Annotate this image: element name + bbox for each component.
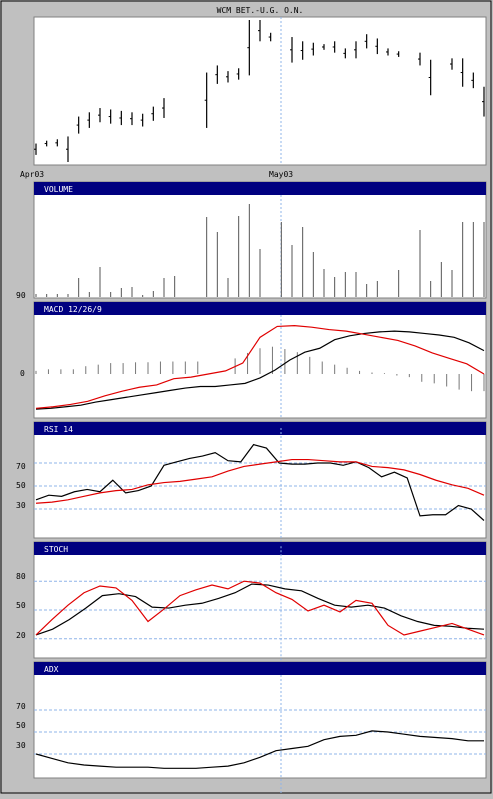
rsi-title: RSI 14 [44,425,73,434]
adx-header [34,662,486,675]
macd-panel: MACD 12/26/9 0 [20,301,487,419]
adx-y-tick-70: 70 [16,702,26,711]
macd-y-tick: 0 [20,369,25,378]
rsi-header [34,422,486,435]
rsi-y-tick-70: 70 [16,462,26,471]
stoch-title: STOCH [44,545,68,554]
stock-chart: WCM BET.-U.G. O.N. Apr03 May03 VOLUME 90… [0,0,493,795]
macd-header [34,302,486,315]
rsi-plot-area [33,421,487,539]
adx-title: ADX [44,665,59,674]
stoch-plot-area [33,541,487,659]
rsi-y-tick-50: 50 [16,481,26,490]
volume-header [34,182,486,195]
adx-y-tick-30: 30 [16,741,26,750]
rsi-panel: RSI 14 70 50 30 [16,421,487,549]
stoch-panel: STOCH 80 50 20 [16,541,487,679]
macd-title: MACD 12/26/9 [44,305,102,314]
volume-panel: VOLUME 90 [16,181,487,300]
adx-y-tick-50: 50 [16,721,26,730]
price-panel: WCM BET.-U.G. O.N. Apr03 May03 [20,6,487,179]
volume-y-tick: 90 [16,291,26,300]
x-label-may: May03 [269,170,293,179]
adx-panel: ADX 70 50 30 [16,661,487,794]
adx-plot-area [33,661,487,779]
stoch-y-tick-50: 50 [16,601,26,610]
stoch-header [34,542,486,555]
rsi-y-tick-30: 30 [16,501,26,510]
stoch-y-tick-20: 20 [16,631,26,640]
stoch-y-tick-80: 80 [16,572,26,581]
volume-title: VOLUME [44,185,73,194]
chart-title: WCM BET.-U.G. O.N. [217,6,304,15]
x-label-apr: Apr03 [20,170,44,179]
